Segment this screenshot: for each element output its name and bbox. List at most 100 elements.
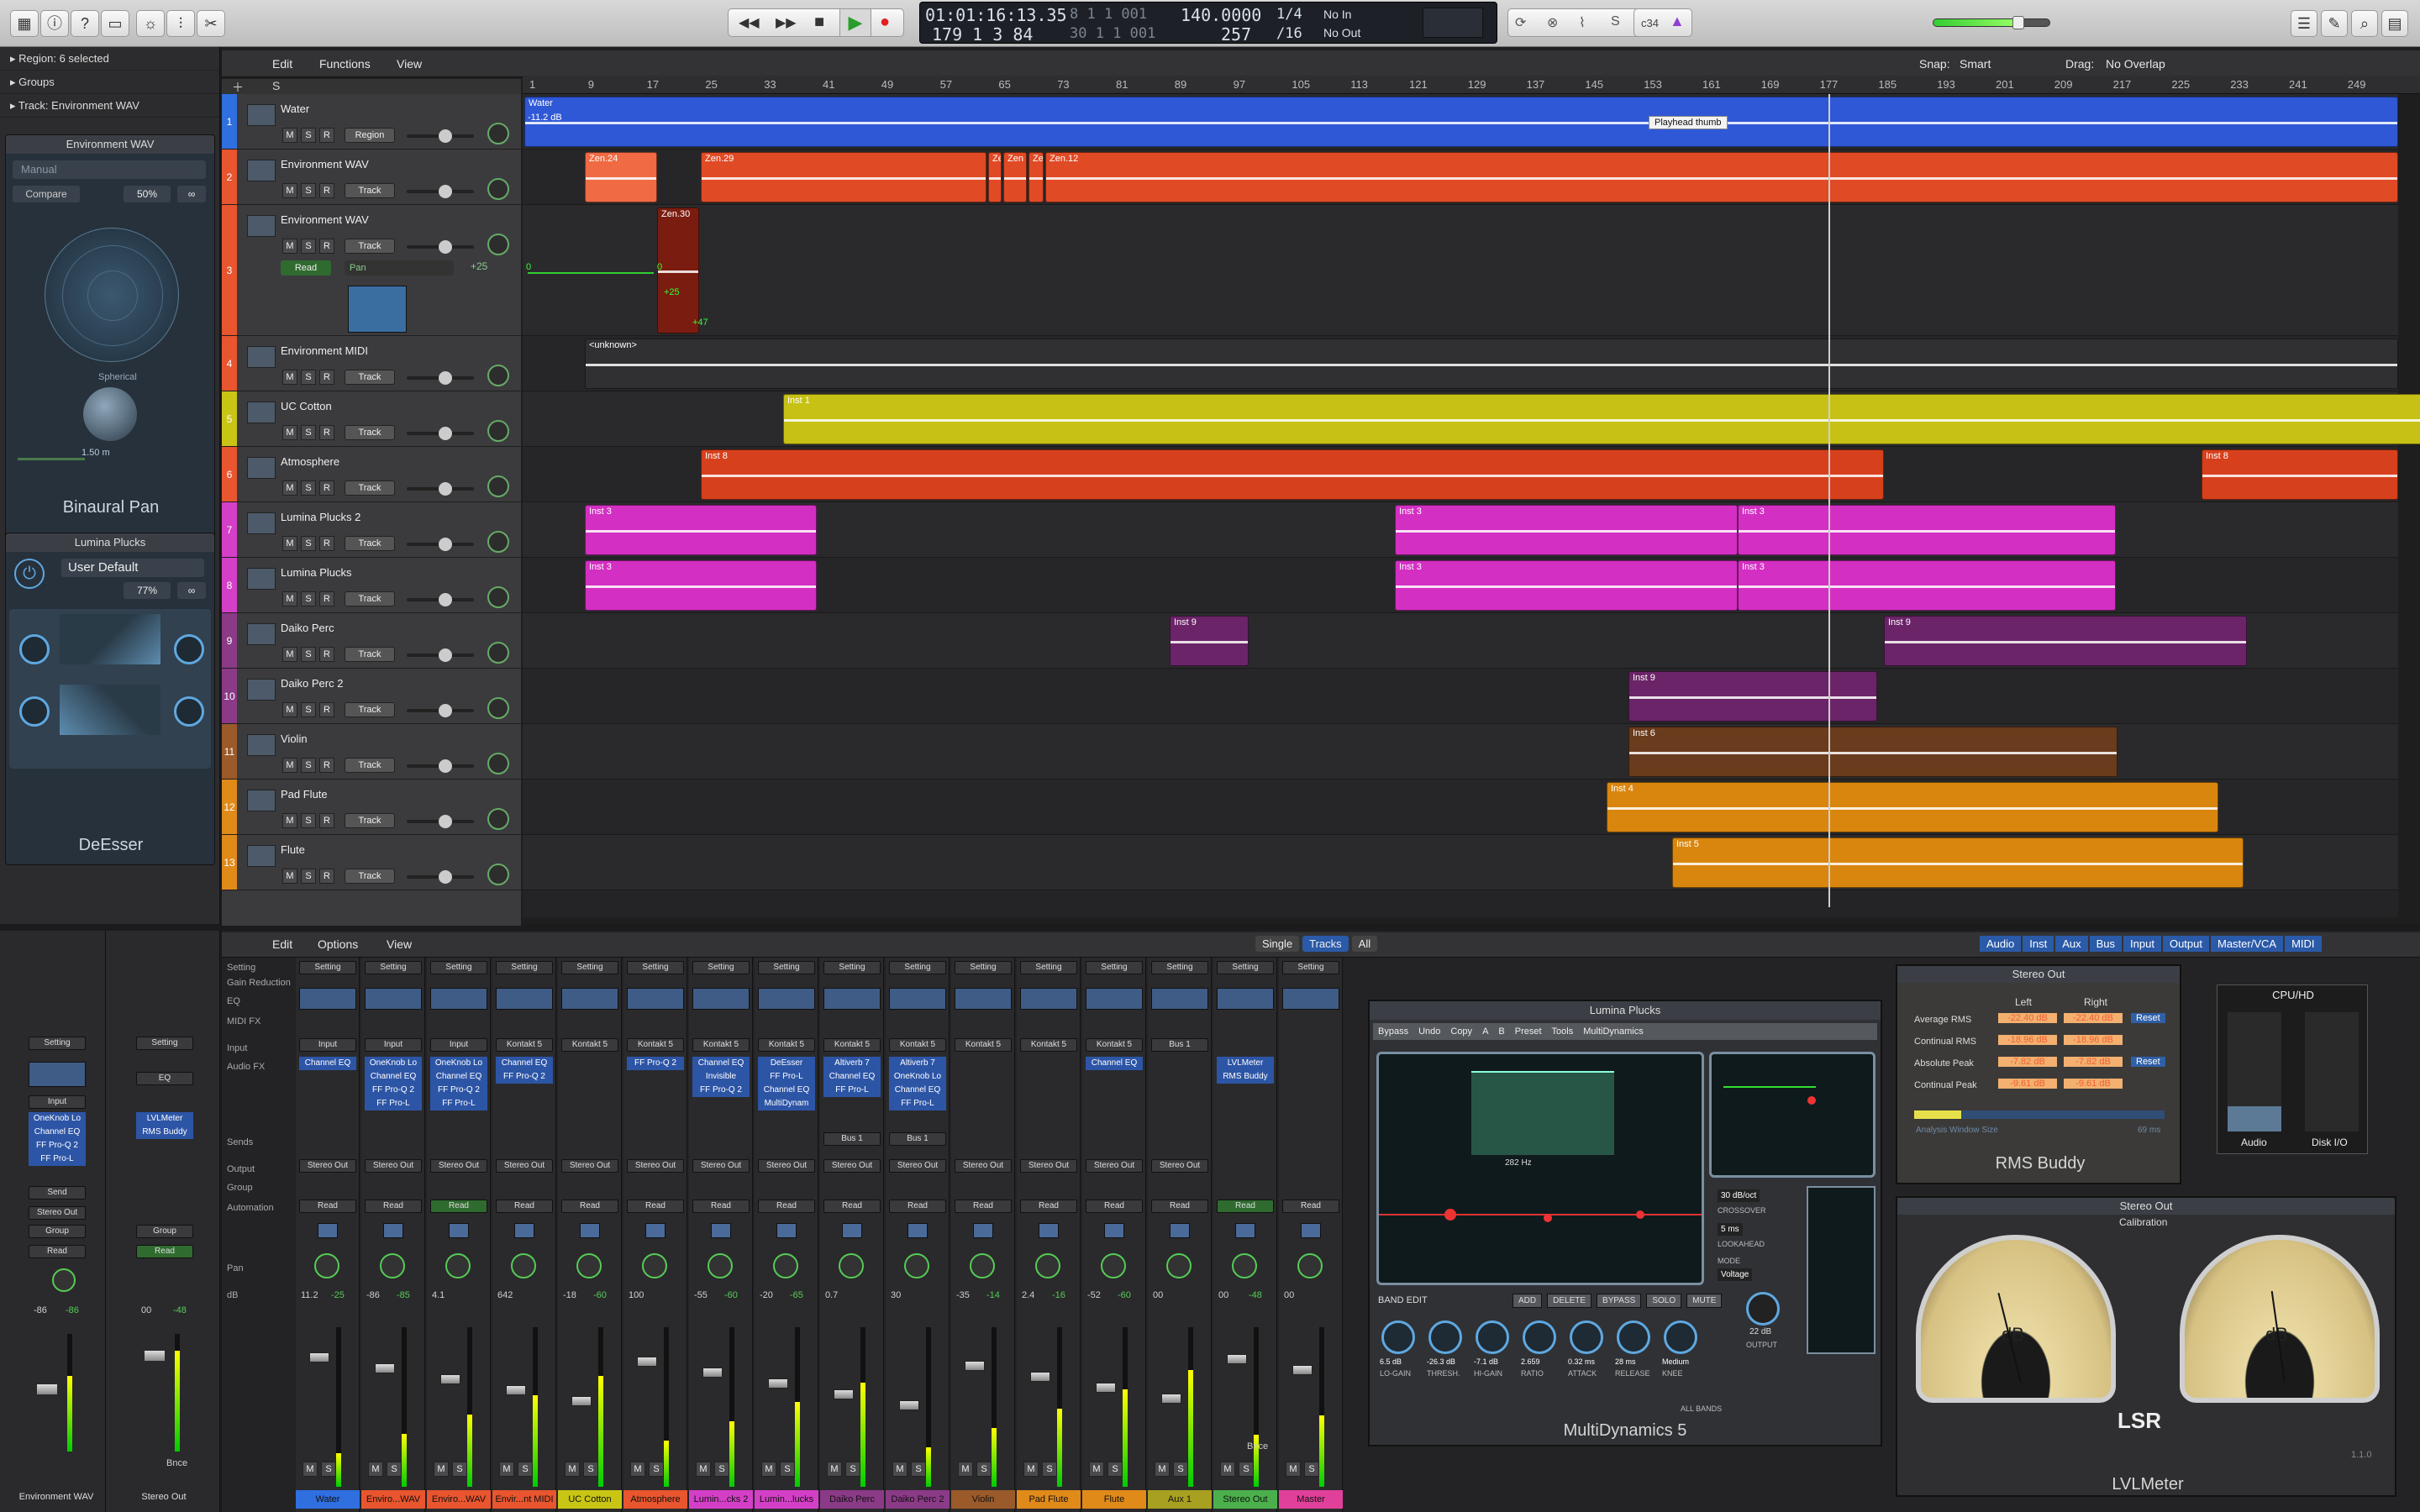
volume-fader[interactable] (1227, 1354, 1247, 1364)
track-icon[interactable] (247, 160, 276, 181)
view-menu[interactable]: View (397, 57, 422, 71)
automation-slot[interactable]: Read (692, 1200, 750, 1213)
mute-button[interactable]: M (958, 1462, 973, 1477)
strip-name[interactable]: Atmosphere (623, 1490, 687, 1509)
solo-button[interactable]: S (301, 813, 316, 828)
md-knob-dial[interactable] (1476, 1320, 1509, 1354)
record-enable-button[interactable]: R (319, 758, 334, 773)
md-knob[interactable]: 0.32 ms ATTACK (1565, 1317, 1610, 1401)
track-header[interactable]: 4 Environment MIDI M S R Track (222, 336, 521, 391)
track-header[interactable]: 11 Violin M S R Track (222, 724, 521, 780)
solo-icon[interactable]: S (1611, 14, 1620, 29)
setting-slot[interactable]: Setting (889, 961, 946, 974)
region-inst8a[interactable]: Inst 8 (701, 449, 1884, 500)
library-icon[interactable]: ▦ (10, 10, 39, 37)
track-icon[interactable] (247, 104, 276, 126)
volume-fader[interactable] (1030, 1372, 1050, 1382)
region-inst4[interactable]: Inst 4 (1607, 782, 2218, 832)
automation-value[interactable]: +25 (471, 260, 487, 272)
volume-fader[interactable] (571, 1396, 592, 1406)
output-slot[interactable]: Stereo Out (496, 1159, 553, 1173)
output-slot[interactable]: Stereo Out (299, 1159, 356, 1173)
md-knob-dial[interactable] (1664, 1320, 1697, 1354)
mixer-options-menu[interactable]: Options (318, 937, 358, 951)
input-slot[interactable]: Kontakt 5 (889, 1038, 946, 1052)
pan-knob[interactable] (1232, 1253, 1257, 1278)
track-header[interactable]: 6 Atmosphere M S R Track (222, 447, 521, 502)
automation-mode-button[interactable]: Track (345, 647, 395, 662)
mute-button[interactable]: M (1155, 1462, 1170, 1477)
lcd-division[interactable]: /16 (1276, 25, 1302, 42)
region-inst8b[interactable]: Inst 8 (2202, 449, 2398, 500)
pan-knob[interactable] (487, 864, 509, 885)
track-name[interactable]: Lumina Plucks (281, 566, 352, 579)
setting-slot[interactable]: Setting (955, 961, 1012, 974)
pan-knob[interactable] (708, 1253, 733, 1278)
rms-reset-button[interactable]: Reset (2131, 1013, 2165, 1023)
md-bar-item[interactable]: Undo (1418, 1026, 1440, 1037)
volume-fader[interactable] (834, 1389, 854, 1399)
md-knob[interactable]: 2.659 RATIO (1518, 1317, 1563, 1401)
region-zen29[interactable]: Zen.29 (701, 152, 986, 202)
strip-icon[interactable] (842, 1223, 862, 1238)
input-slot[interactable]: Kontakt 5 (692, 1038, 750, 1052)
replace-icon[interactable]: ⊗ (1547, 14, 1558, 31)
solo-button[interactable]: S (301, 591, 316, 606)
solo-button[interactable]: S (301, 536, 316, 551)
audio-fx-slot[interactable]: DeEsser (758, 1057, 815, 1070)
strip-name[interactable]: Pad Flute (1017, 1490, 1081, 1509)
track-name[interactable]: Daiko Perc 2 (281, 677, 343, 690)
detector-knob[interactable] (19, 634, 50, 664)
send-slot[interactable]: Bus 1 (823, 1132, 881, 1146)
volume-fader[interactable] (1096, 1383, 1116, 1393)
region-inst3c[interactable]: Inst 3 (1738, 505, 2116, 555)
strip-fader[interactable] (37, 1384, 57, 1394)
solo-button[interactable]: S (301, 239, 316, 254)
audio-fx-slot[interactable]: Channel EQ (823, 1070, 881, 1084)
track-icon[interactable] (247, 734, 276, 756)
forward-button[interactable]: ▶▶ (776, 14, 797, 31)
md-bar-item[interactable]: Preset (1515, 1026, 1542, 1037)
mixer-mode-1[interactable]: Tracks (1302, 936, 1349, 952)
snap-select[interactable]: Smart (1960, 57, 1991, 71)
region-inst3d[interactable]: Inst 3 (585, 560, 817, 611)
region-inst9b[interactable]: Inst 9 (1884, 616, 2247, 666)
solo-button[interactable]: S (518, 1462, 533, 1477)
mute-button[interactable]: M (282, 813, 297, 828)
volume-slider[interactable] (407, 870, 474, 884)
region-inst3b[interactable]: Inst 3 (1395, 505, 1738, 555)
output-slot[interactable]: Stereo Out (1020, 1159, 1077, 1173)
strip-name[interactable]: Aux 1 (1148, 1490, 1212, 1509)
md-band-node-3[interactable] (1636, 1210, 1644, 1219)
region-unknown[interactable]: <unknown> (585, 339, 2398, 389)
solo-button[interactable]: S (387, 1462, 402, 1477)
track-name[interactable]: Atmosphere (281, 455, 339, 468)
record-enable-button[interactable]: R (319, 370, 334, 385)
eq-thumbnail[interactable] (955, 988, 1012, 1010)
functions-menu[interactable]: Functions (319, 57, 371, 71)
play-button[interactable]: ▶ (839, 9, 871, 36)
record-enable-button[interactable]: R (319, 183, 334, 198)
audio-fx-slot[interactable]: Channel EQ (889, 1084, 946, 1097)
region-zen_a[interactable]: Ze (988, 152, 1002, 202)
eq-thumbnail[interactable] (692, 988, 750, 1010)
track-name[interactable]: Daiko Perc (281, 622, 334, 634)
automation-slot[interactable]: Read (1020, 1200, 1077, 1213)
solo-button[interactable]: S (301, 183, 316, 198)
mute-button[interactable]: M (282, 425, 297, 440)
strip-icon[interactable] (383, 1223, 403, 1238)
output-slot[interactable]: Stereo Out (1151, 1159, 1208, 1173)
strip-name[interactable]: UC Cotton (558, 1490, 622, 1509)
audio-fx-slot[interactable]: FF Pro-Q 2 (430, 1084, 487, 1097)
md-xover-val[interactable]: 30 dB/oct (1718, 1189, 1760, 1202)
strip-name[interactable]: Water (296, 1490, 360, 1509)
strip-automation-r[interactable]: Read (136, 1245, 193, 1258)
output-slot[interactable]: Stereo Out (823, 1159, 881, 1173)
setting-slot[interactable]: Setting (1020, 961, 1077, 974)
automation-slot[interactable]: Read (627, 1200, 684, 1213)
bnce-button[interactable]: Bnce (166, 1458, 187, 1468)
audio-fx-slot[interactable]: Altiverb 7 (889, 1057, 946, 1070)
audio-fx-slot[interactable]: OneKnob Lo (430, 1057, 487, 1070)
bounce-button[interactable]: Bnce (1247, 1441, 1268, 1452)
pan-knob[interactable] (487, 420, 509, 442)
